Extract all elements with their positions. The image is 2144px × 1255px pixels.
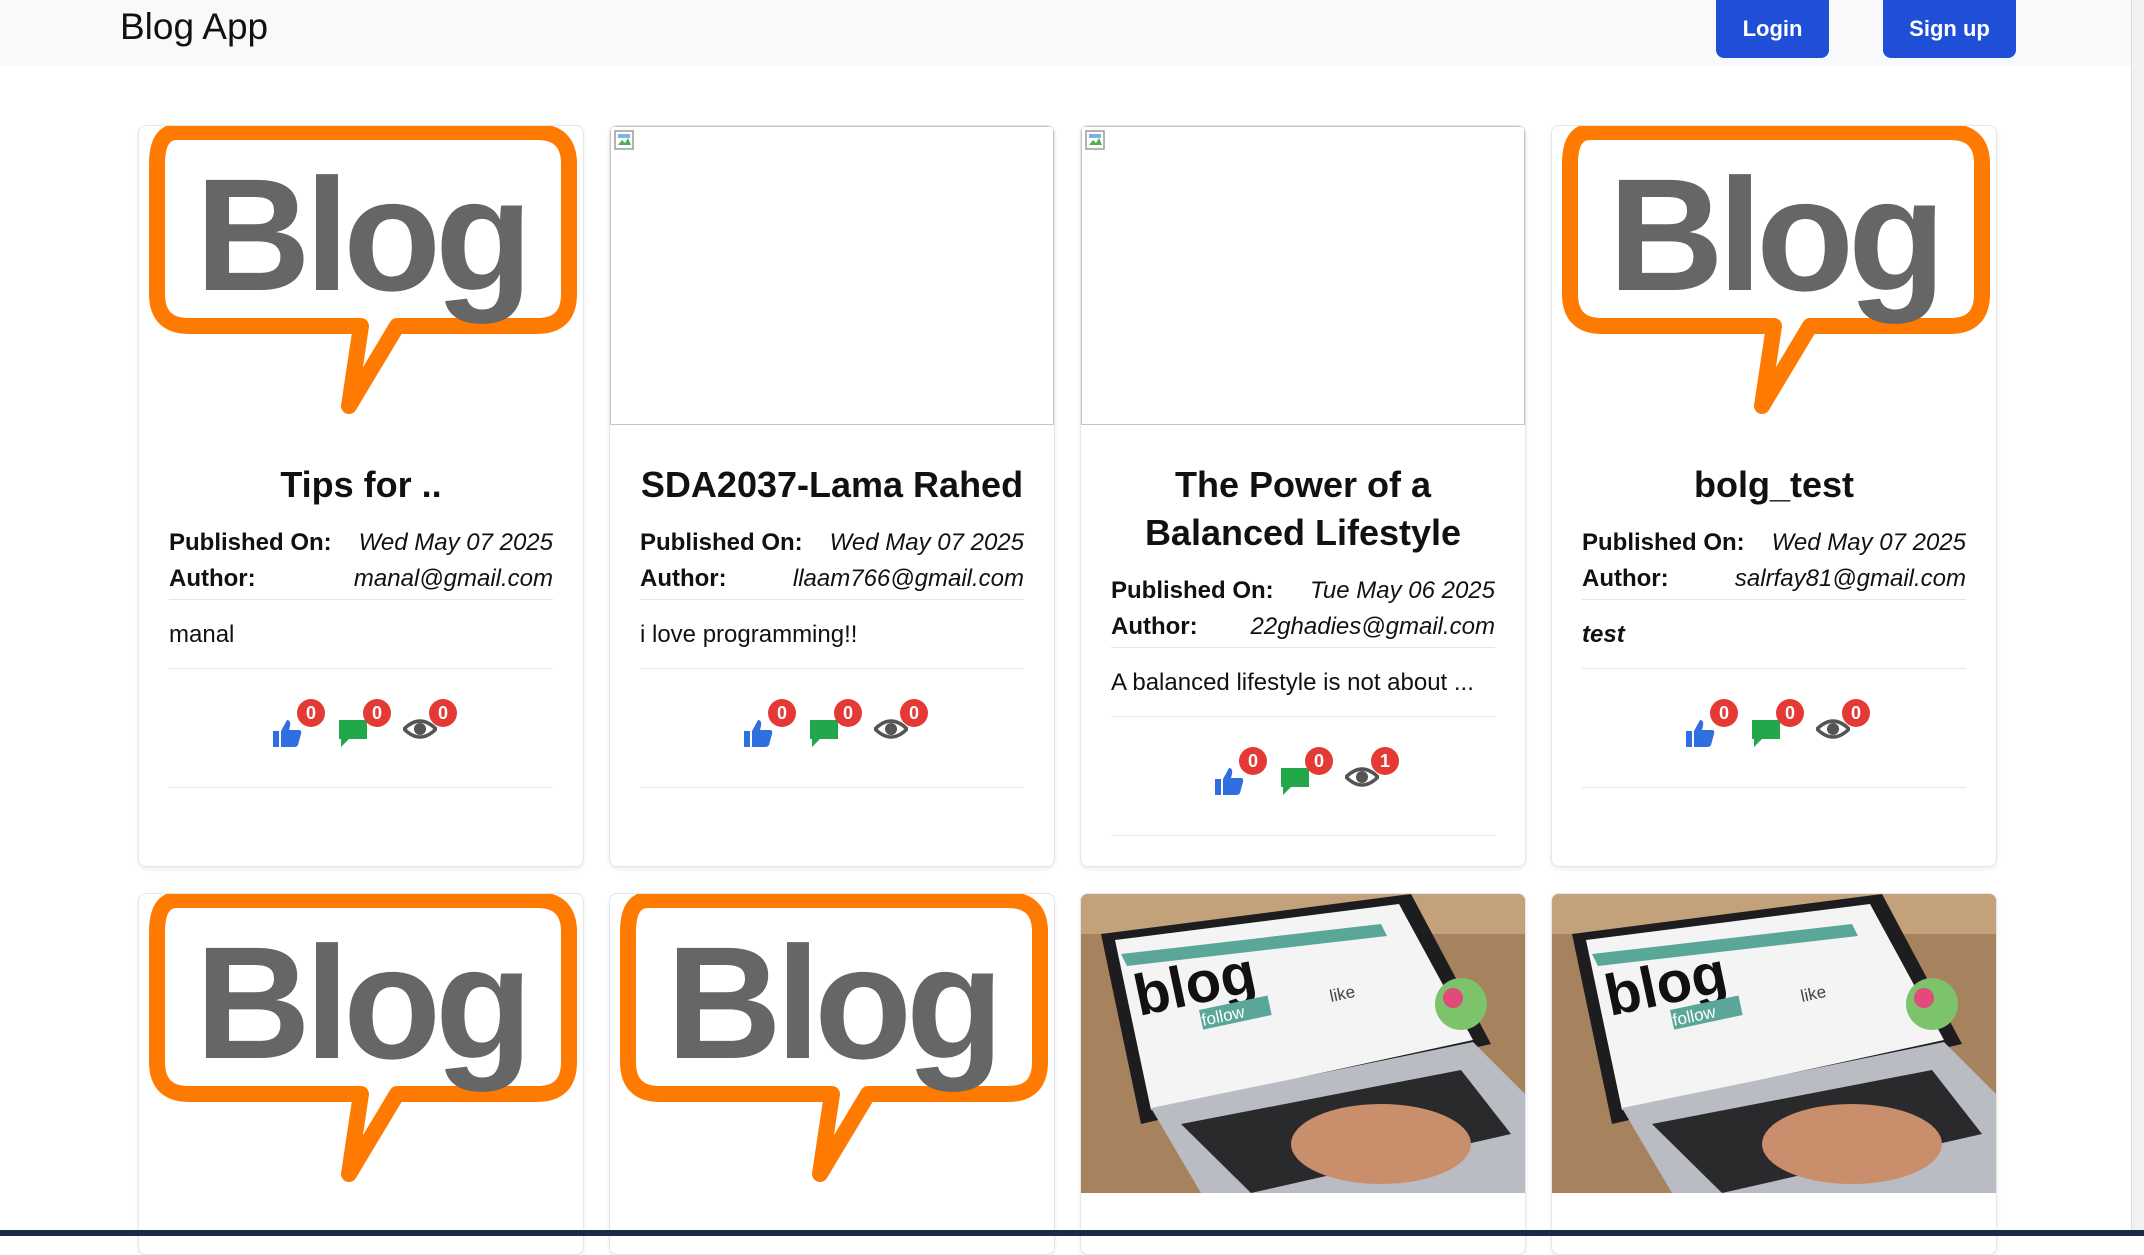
thumbs-up-icon (1213, 765, 1245, 797)
post-title[interactable]: bolg_test (1582, 461, 1966, 509)
post-excerpt: A balanced lifestyle is not about ... (1111, 648, 1495, 717)
post-card[interactable] (1551, 893, 1997, 1255)
comment-button[interactable]: 0 (808, 699, 862, 749)
comment-icon (808, 717, 840, 749)
author-label: Author: (1582, 565, 1669, 592)
signup-button[interactable]: Sign up (1883, 0, 2016, 58)
thumbs-up-icon (742, 717, 774, 749)
blog-logo-image (139, 894, 583, 1193)
post-meta: Published On: Wed May 07 2025 Author: llaa… (640, 525, 1024, 600)
author-label: Author: (169, 565, 256, 592)
published-label: Published On: (169, 529, 332, 556)
post-card[interactable] (1080, 893, 1526, 1255)
comment-button[interactable]: 0 (1279, 747, 1333, 797)
like-button[interactable]: 0 (271, 699, 325, 749)
post-excerpt: i love programming!! (640, 600, 1024, 669)
views-indicator[interactable]: 1 (1345, 747, 1399, 795)
broken-image-icon (614, 130, 636, 152)
like-count-badge: 0 (768, 699, 796, 727)
comment-count-badge: 0 (1776, 699, 1804, 727)
top-navbar: Blog App Login Sign up (0, 0, 2132, 66)
views-indicator[interactable]: 0 (874, 699, 928, 747)
blog-logo-image (610, 894, 1054, 1193)
laptop-blog-image (1081, 894, 1525, 1193)
post-title[interactable]: The Power of a Balanced Lifestyle (1111, 461, 1495, 557)
blog-logo-image (139, 126, 583, 425)
published-date: Wed May 07 2025 (358, 529, 553, 556)
view-count-badge: 0 (1842, 699, 1870, 727)
post-meta: Published On: Wed May 07 2025 Author: mana… (169, 525, 553, 600)
brand-title[interactable]: Blog App (120, 6, 268, 48)
window-bottom-edge (0, 1230, 2144, 1236)
broken-image (610, 126, 1054, 425)
post-title[interactable]: Tips for .. (169, 461, 553, 509)
published-label: Published On: (640, 529, 803, 556)
comment-icon (1750, 717, 1782, 749)
blog-logo-image (1552, 126, 1996, 425)
author-email: llaam766@gmail.com (792, 565, 1024, 592)
laptop-blog-image (1552, 894, 1996, 1193)
view-count-badge: 1 (1371, 747, 1399, 775)
published-label: Published On: (1582, 529, 1745, 556)
post-stats: 0 0 1 (1111, 717, 1495, 836)
broken-image (1081, 126, 1525, 425)
like-button[interactable]: 0 (1684, 699, 1738, 749)
author-label: Author: (1111, 613, 1198, 640)
author-email: salrfay81@gmail.com (1734, 565, 1966, 592)
published-label: Published On: (1111, 577, 1274, 604)
author-email: manal@gmail.com (353, 565, 553, 592)
broken-image-icon (1085, 130, 1107, 152)
like-count-badge: 0 (1239, 747, 1267, 775)
comment-button[interactable]: 0 (1750, 699, 1804, 749)
like-button[interactable]: 0 (1213, 747, 1267, 797)
comment-icon (1279, 765, 1311, 797)
like-count-badge: 0 (297, 699, 325, 727)
vertical-scrollbar[interactable] (2131, 0, 2144, 1236)
post-stats: 0 0 0 (640, 669, 1024, 788)
post-excerpt: manal (169, 600, 553, 669)
views-indicator[interactable]: 0 (403, 699, 457, 747)
post-card[interactable]: bolg_test Published On: Wed May 07 2025 A… (1551, 125, 1997, 867)
comment-count-badge: 0 (363, 699, 391, 727)
post-excerpt: test (1582, 600, 1966, 669)
thumbs-up-icon (1684, 717, 1716, 749)
post-meta: Published On: Tue May 06 2025 Author: 22gh… (1111, 573, 1495, 648)
login-button[interactable]: Login (1716, 0, 1829, 58)
comment-icon (337, 717, 369, 749)
view-count-badge: 0 (900, 699, 928, 727)
post-card[interactable]: Tips for .. Published On: Wed May 07 2025… (138, 125, 584, 867)
author-label: Author: (640, 565, 727, 592)
like-button[interactable]: 0 (742, 699, 796, 749)
comment-button[interactable]: 0 (337, 699, 391, 749)
published-date: Tue May 06 2025 (1309, 577, 1495, 604)
author-email: 22ghadies@gmail.com (1250, 613, 1496, 640)
post-stats: 0 0 0 (1582, 669, 1966, 788)
published-date: Wed May 07 2025 (1771, 529, 1966, 556)
post-meta: Published On: Wed May 07 2025 Author: salr… (1582, 525, 1966, 600)
views-indicator[interactable]: 0 (1816, 699, 1870, 747)
post-card[interactable]: SDA2037-Lama Rahed Published On: Wed May … (609, 125, 1055, 867)
published-date: Wed May 07 2025 (829, 529, 1024, 556)
thumbs-up-icon (271, 717, 303, 749)
post-card[interactable] (609, 893, 1055, 1255)
post-stats: 0 0 0 (169, 669, 553, 788)
view-count-badge: 0 (429, 699, 457, 727)
comment-count-badge: 0 (1305, 747, 1333, 775)
post-card[interactable] (138, 893, 584, 1255)
comment-count-badge: 0 (834, 699, 862, 727)
post-card[interactable]: The Power of a Balanced Lifestyle Publis… (1080, 125, 1526, 867)
post-title[interactable]: SDA2037-Lama Rahed (640, 461, 1024, 509)
like-count-badge: 0 (1710, 699, 1738, 727)
